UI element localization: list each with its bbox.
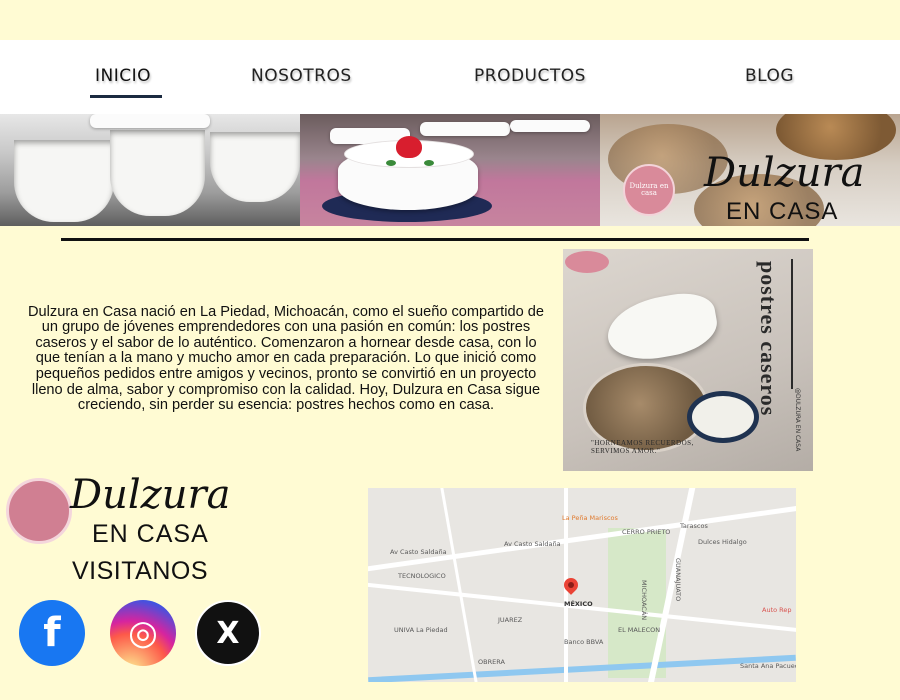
top-banner-strip bbox=[0, 0, 900, 40]
instagram-link[interactable]: ◎ bbox=[110, 600, 176, 666]
nav-inicio[interactable]: INICIO bbox=[95, 66, 151, 86]
cup-lid bbox=[420, 122, 510, 136]
poster-title: postres caseros bbox=[756, 261, 781, 417]
map-label-michoacan: MICHOACÁN bbox=[640, 580, 648, 621]
active-tab-indicator bbox=[90, 95, 162, 98]
map-label-saldana: Av Casto Saldaña bbox=[390, 548, 447, 556]
nav-nosotros[interactable]: NOSOTROS bbox=[251, 66, 352, 86]
map-label-saldana: Av Casto Saldaña bbox=[504, 540, 561, 548]
map-label-dulces: Dulces Hidalgo bbox=[698, 538, 747, 546]
section-divider bbox=[61, 238, 809, 241]
leaf-garnish bbox=[424, 160, 434, 166]
location-map[interactable]: La Peña Mariscos CERRO PRIETO Tarascos D… bbox=[368, 488, 796, 682]
x-icon: X bbox=[216, 615, 240, 651]
main-navigation: INICIO NOSOTROS PRODUCTOS BLOG bbox=[0, 40, 900, 114]
footer-brand-subtitle: EN CASA bbox=[92, 520, 209, 548]
map-label-mexico: MÉXICO bbox=[564, 600, 593, 608]
leaf-garnish bbox=[386, 160, 396, 166]
map-label-univa: UNIVA La Piedad bbox=[394, 626, 448, 634]
poster-dessert-spoon bbox=[602, 287, 722, 367]
poster-logo bbox=[565, 251, 609, 273]
map-label-guanajuato: GUANAJUATO bbox=[674, 558, 682, 602]
map-label-pena: La Peña Mariscos bbox=[562, 514, 618, 522]
map-label-banco: Banco BBVA bbox=[564, 638, 604, 646]
footer-brand-script: Dulzura bbox=[70, 472, 231, 518]
brand-logo: Dulzura en casa bbox=[623, 164, 675, 216]
poster-quote: "HORNEAMOS RECUERDOS, SERVIMOS AMOR." bbox=[591, 439, 694, 455]
dessert-cup bbox=[110, 130, 205, 216]
map-label-tarascos: Tarascos bbox=[680, 522, 708, 530]
hero-image-cups bbox=[0, 114, 300, 226]
poster-rule bbox=[791, 259, 793, 389]
brand-logo-text: Dulzura en casa bbox=[629, 182, 669, 197]
map-label-tecnologico: TECNOLOGICO bbox=[398, 572, 446, 580]
strawberry bbox=[396, 136, 422, 158]
poster-side-caption: @DULZURA EN CASA bbox=[794, 387, 801, 451]
map-road bbox=[438, 488, 481, 682]
x-link[interactable]: X bbox=[195, 600, 261, 666]
dessert-cup bbox=[14, 140, 114, 222]
map-label-juarez: JUAREZ bbox=[498, 616, 523, 624]
instagram-icon: ◎ bbox=[128, 613, 158, 653]
visit-heading: VISITANOS bbox=[71, 557, 208, 585]
dessert-cup bbox=[210, 132, 300, 202]
map-label-malecon: EL MALECON bbox=[618, 626, 661, 634]
map-label-cerro: CERRO PRIETO bbox=[622, 528, 671, 536]
nav-blog[interactable]: BLOG bbox=[745, 66, 794, 86]
brand-subtitle: EN CASA bbox=[726, 198, 839, 225]
facebook-link[interactable]: f bbox=[19, 600, 85, 666]
cup-lid bbox=[90, 114, 210, 128]
map-label-auto: Auto Rep bbox=[762, 606, 792, 614]
map-label-santa-ana: Santa Ana Pacueco bbox=[740, 662, 796, 670]
facebook-icon: f bbox=[43, 610, 61, 656]
brand-script-title: Dulzura bbox=[704, 150, 865, 196]
poster-postres-caseros: postres caseros @DULZURA EN CASA "HORNEA… bbox=[563, 249, 813, 471]
map-label-obrera: OBRERA bbox=[478, 658, 505, 666]
nav-productos[interactable]: PRODUCTOS bbox=[474, 66, 586, 86]
cup-lid bbox=[510, 120, 590, 132]
footer-brand-logo bbox=[6, 478, 72, 544]
map-river bbox=[368, 654, 796, 682]
poster-small-dessert bbox=[687, 391, 759, 443]
about-description: Dulzura en Casa nació en La Piedad, Mich… bbox=[28, 303, 544, 414]
